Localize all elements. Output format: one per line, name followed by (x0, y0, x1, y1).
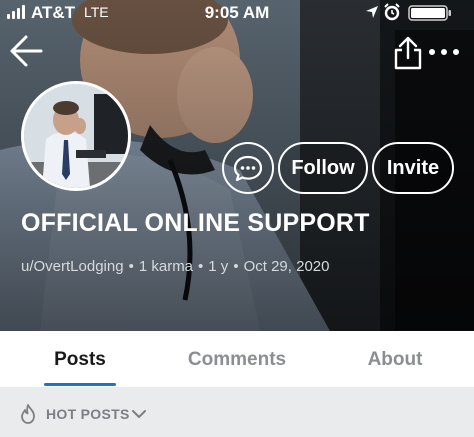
chat-bubble-icon (233, 155, 263, 182)
meta-separator: • (233, 258, 239, 275)
meta-separator: • (128, 258, 134, 275)
profile-name: OFFICIAL ONLINE SUPPORT (21, 209, 370, 237)
invite-button[interactable]: Invite (372, 142, 454, 194)
share-icon[interactable] (393, 36, 423, 70)
more-horizontal-icon[interactable] (427, 42, 461, 62)
status-bar: AT&T LTE 9:05 AM (0, 0, 474, 26)
profile-age: 1 y (208, 258, 229, 275)
location-icon (366, 6, 378, 18)
profile-meta: u/OvertLodging • 1 karma • 1 y • Oct 29, 2020 (21, 258, 329, 275)
profile-karma: 1 karma (138, 258, 194, 275)
chevron-down-icon (132, 410, 146, 418)
tab-comments[interactable]: Comments (182, 349, 292, 371)
status-time: 9:05 AM (204, 3, 270, 22)
active-tab-indicator (44, 383, 116, 386)
chat-button[interactable] (222, 142, 274, 194)
profile-tabs: Posts Comments About (0, 331, 474, 387)
flame-icon (21, 404, 35, 424)
profile-date: Oct 29, 2020 (243, 258, 330, 275)
profile-username[interactable]: u/OvertLodging (21, 258, 124, 275)
arrow-left-icon[interactable] (8, 34, 44, 68)
avatar-image (24, 84, 128, 188)
sort-bar[interactable]: HOT POSTS (0, 387, 474, 437)
avatar[interactable] (21, 81, 131, 191)
tab-about[interactable]: About (360, 349, 430, 371)
alarm-icon (384, 3, 400, 21)
meta-separator: • (198, 258, 204, 275)
battery-icon (408, 5, 451, 21)
follow-button[interactable]: Follow (278, 142, 368, 194)
tab-posts[interactable]: Posts (44, 349, 116, 371)
sort-label: HOT POSTS (46, 406, 130, 422)
